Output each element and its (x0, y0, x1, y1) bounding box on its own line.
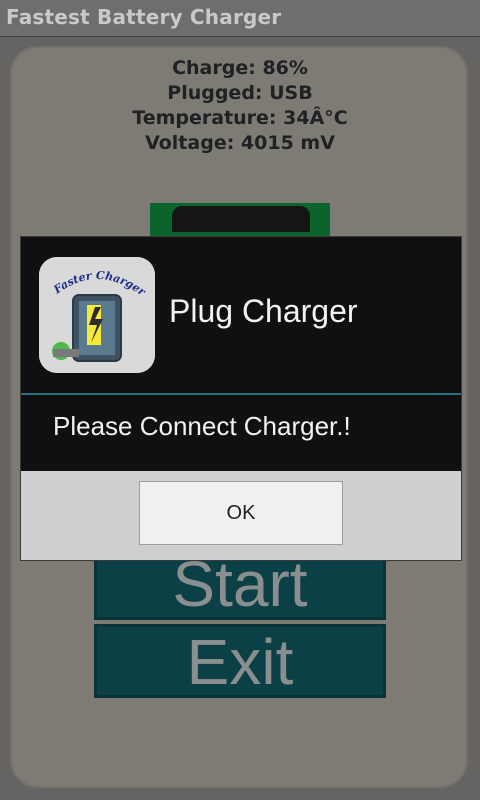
plug-charger-dialog: Faster Charger Plug Charger Please Conne… (20, 236, 462, 561)
dialog-divider (21, 393, 461, 395)
dialog-title: Plug Charger (169, 293, 358, 329)
ok-button[interactable]: OK (139, 481, 343, 545)
dialog-message: Please Connect Charger.! (53, 411, 351, 441)
dialog-footer: OK (21, 471, 461, 560)
app-title: Fastest Battery Charger (6, 5, 282, 29)
title-bar: Fastest Battery Charger (0, 0, 480, 37)
faster-charger-app-icon: Faster Charger (39, 257, 155, 373)
